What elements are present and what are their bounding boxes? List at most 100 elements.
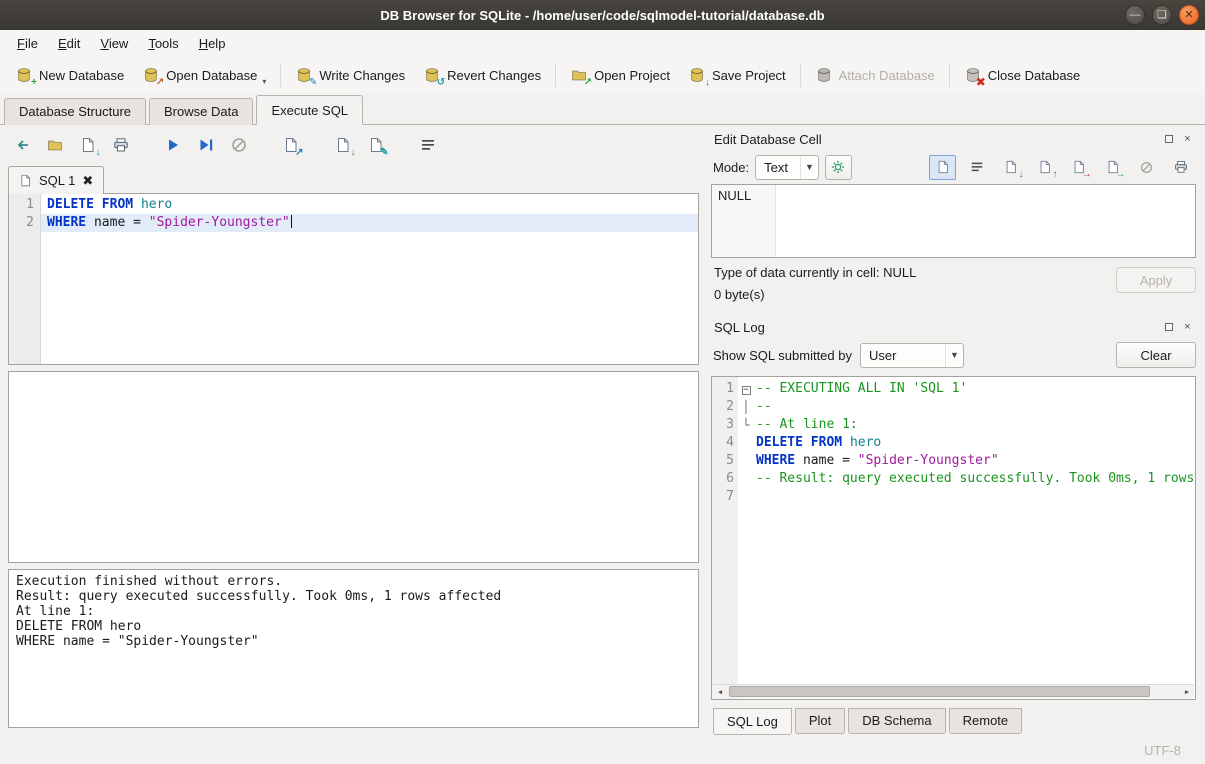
open-database-icon: ↗ [142, 67, 160, 84]
word-wrap-button[interactable] [414, 132, 441, 158]
log-line: WHERE name = "Spider-Youngster" [754, 452, 1195, 470]
edit-cell-header: Edit Database Cell × [711, 125, 1196, 150]
tab-database-structure[interactable]: Database Structure [4, 98, 146, 125]
fold-collapse-icon[interactable]: − [742, 386, 751, 395]
dock-close-icon[interactable]: × [1181, 133, 1194, 146]
text-mode-button[interactable] [929, 155, 956, 180]
new-database-button[interactable]: + New Database [6, 60, 133, 90]
dock-tab-bar: SQL Log Plot DB Schema Remote [711, 708, 1196, 736]
title-bar[interactable]: DB Browser for SQLite - /home/user/code/… [0, 0, 1205, 30]
export-cell-button[interactable]: → [1099, 155, 1126, 180]
chevron-down-icon: ▼ [945, 344, 963, 367]
cell-settings-button[interactable] [825, 155, 852, 180]
chevron-down-icon: ▼ [800, 156, 818, 179]
export-results-icon: ↗ [282, 137, 300, 154]
open-database-dropdown-icon[interactable]: ▾ [262, 77, 266, 90]
maximize-button[interactable]: ❏ [1152, 5, 1172, 25]
copy-cell-button[interactable]: ↑ [1031, 155, 1058, 180]
open-database-button[interactable]: ↗ Open Database ▾ [133, 60, 275, 90]
editor-code-area[interactable]: DELETE FROM hero WHERE name = "Spider-Yo… [41, 194, 698, 364]
tab-browse-data[interactable]: Browse Data [149, 98, 253, 125]
toolbar-separator [555, 63, 556, 87]
print-cell-button[interactable] [1167, 155, 1194, 180]
tab-db-schema[interactable]: DB Schema [848, 708, 945, 734]
clear-log-button[interactable]: Clear [1116, 342, 1196, 368]
minimize-button[interactable]: — [1125, 5, 1145, 25]
sql-tab-1[interactable]: SQL 1 ✖ [8, 166, 104, 194]
open-sql-file-button[interactable] [41, 132, 68, 158]
toolbar-separator [800, 63, 801, 87]
write-changes-button[interactable]: ✎ Write Changes [286, 60, 414, 90]
save-sql-file-button[interactable]: ↓ [74, 132, 101, 158]
mode-select[interactable]: Text ▼ [755, 155, 819, 180]
set-null-button[interactable] [1133, 155, 1160, 180]
message-line: DELETE FROM hero [16, 619, 691, 634]
open-cell-icon: ↓ [1002, 159, 1020, 176]
cell-info: Type of data currently in cell: NULL 0 b… [711, 258, 1196, 313]
menu-view[interactable]: View [91, 33, 137, 54]
open-project-button[interactable]: ↗ Open Project [561, 60, 679, 90]
close-icon: ✕ [1184, 10, 1193, 21]
menu-tools[interactable]: Tools [139, 33, 187, 54]
log-fold-column: − │ └ [738, 377, 754, 699]
encoding-indicator[interactable]: UTF-8 [1144, 743, 1181, 758]
main-toolbar: + New Database ↗ Open Database ▾ ✎ Write… [0, 56, 1205, 94]
dock-close-icon[interactable]: × [1181, 321, 1194, 334]
message-line: Execution finished without errors. [16, 574, 691, 589]
scroll-left-icon[interactable]: ◀ [713, 685, 727, 698]
sql-log-filter-row: Show SQL submitted by User ▼ Clear [711, 338, 1196, 372]
mode-select-value: Text [764, 160, 800, 175]
scrollbar-thumb[interactable] [729, 686, 1150, 697]
message-line: At line 1: [16, 604, 691, 619]
scroll-right-icon[interactable]: ▶ [1180, 685, 1194, 698]
tab-execute-sql[interactable]: Execute SQL [256, 95, 363, 125]
editor-line-numbers: 1 2 [9, 194, 41, 364]
sql-tab-close-icon[interactable]: ✖ [82, 173, 93, 189]
menu-help[interactable]: Help [190, 33, 235, 54]
cell-editor-body[interactable] [776, 185, 1195, 257]
log-line: -- Result: query executed successfully. … [754, 470, 1195, 488]
menu-edit[interactable]: Edit [49, 33, 89, 54]
new-sql-tab-button[interactable] [8, 132, 35, 158]
sql-tab-bar: SQL 1 ✖ [8, 163, 699, 193]
format-sql-button[interactable]: ✎ [362, 132, 389, 158]
dock-float-icon[interactable] [1162, 321, 1175, 334]
save-project-button[interactable]: ↓ Save Project [679, 60, 795, 90]
tab-plot[interactable]: Plot [795, 708, 845, 734]
edit-cell-title: Edit Database Cell [714, 132, 1156, 147]
cell-editor[interactable]: NULL [711, 184, 1196, 258]
line-number: 5 [712, 452, 734, 470]
edit-cell-toolbar: Mode: Text ▼ ↓ ↑ → → [711, 150, 1196, 184]
import-cell-button[interactable]: → [1065, 155, 1092, 180]
close-database-button[interactable]: ✖ Close Database [955, 60, 1090, 90]
main-content: ↓ ↗ ↓ ✎ SQL 1 ✖ [0, 125, 1205, 736]
log-line [754, 488, 1195, 506]
print-sql-button[interactable] [107, 132, 134, 158]
cell-value: NULL [718, 188, 751, 203]
export-results-button[interactable]: ↗ [277, 132, 304, 158]
app-window: DB Browser for SQLite - /home/user/code/… [0, 0, 1205, 764]
results-grid[interactable] [8, 371, 699, 563]
menu-file[interactable]: File [8, 33, 47, 54]
sql-log-header: SQL Log × [711, 313, 1196, 338]
wrap-lines-button[interactable] [963, 155, 990, 180]
log-filter-label: Show SQL submitted by [713, 348, 852, 363]
tab-remote[interactable]: Remote [949, 708, 1023, 734]
import-cell-icon: → [1070, 159, 1088, 176]
sql-log-view[interactable]: 1 2 3 4 5 6 7 − │ └ [711, 376, 1196, 700]
line-number: 2 [712, 398, 734, 416]
log-filter-select[interactable]: User ▼ [860, 343, 964, 368]
revert-changes-button[interactable]: ↺ Revert Changes [414, 60, 550, 90]
execute-current-line-button[interactable] [192, 132, 219, 158]
execute-all-button[interactable] [159, 132, 186, 158]
revert-changes-icon: ↺ [423, 67, 441, 84]
cell-editor-gutter: NULL [712, 185, 776, 257]
close-button[interactable]: ✕ [1179, 5, 1199, 25]
sql-editor[interactable]: 1 2 DELETE FROM hero WHERE name = "Spide… [8, 193, 699, 365]
dock-float-icon[interactable] [1162, 133, 1175, 146]
editor-line-1: DELETE FROM hero [41, 196, 698, 214]
tab-sql-log[interactable]: SQL Log [713, 708, 792, 735]
save-results-button[interactable]: ↓ [329, 132, 356, 158]
open-cell-file-button[interactable]: ↓ [997, 155, 1024, 180]
horizontal-scrollbar[interactable]: ◀ ▶ [713, 684, 1194, 698]
